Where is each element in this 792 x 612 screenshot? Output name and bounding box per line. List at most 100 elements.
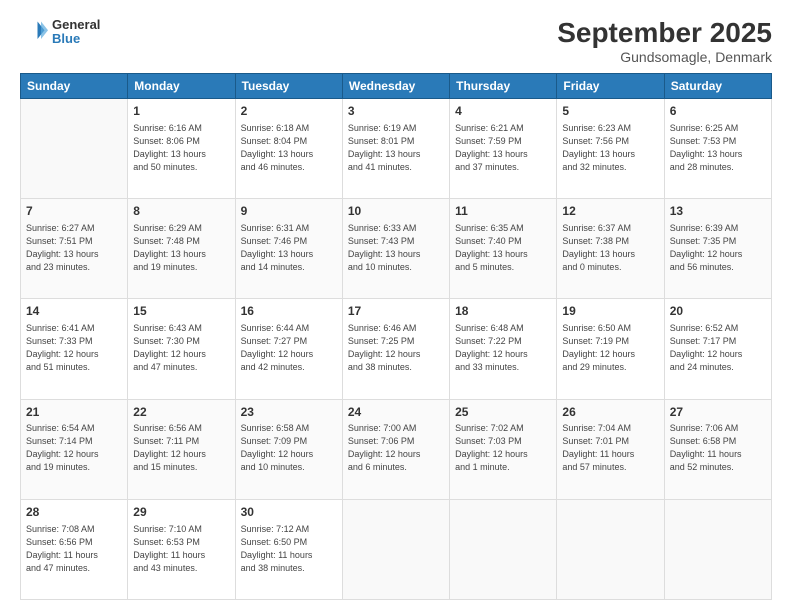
- day-cell: 10Sunrise: 6:33 AMSunset: 7:43 PMDayligh…: [342, 199, 449, 299]
- day-info: Sunrise: 7:10 AMSunset: 6:53 PMDaylight:…: [133, 523, 229, 575]
- logo-icon: [20, 18, 48, 46]
- day-number: 4: [455, 103, 551, 120]
- day-number: 1: [133, 103, 229, 120]
- day-number: 7: [26, 203, 122, 220]
- day-info: Sunrise: 6:56 AMSunset: 7:11 PMDaylight:…: [133, 422, 229, 474]
- calendar-subtitle: Gundsomagle, Denmark: [557, 49, 772, 65]
- day-cell: 8 Sunrise: 6:29 AMSunset: 7:48 PMDaylight…: [128, 199, 235, 299]
- day-info: Sunrise: 6:18 AMSunset: 8:04 PMDaylight:…: [241, 122, 337, 174]
- col-header-thursday: Thursday: [450, 73, 557, 98]
- logo: General Blue: [20, 18, 100, 47]
- day-cell: 12 Sunrise: 6:37 AMSunset: 7:38 PMDayligh…: [557, 199, 664, 299]
- day-info: Sunrise: 6:29 AMSunset: 7:48 PMDaylight:…: [133, 222, 229, 274]
- day-cell: 29 Sunrise: 7:10 AMSunset: 6:53 PMDayligh…: [128, 499, 235, 599]
- day-number: 12: [562, 203, 658, 220]
- day-cell: 26Sunrise: 7:04 AMSunset: 7:01 PMDayligh…: [557, 399, 664, 499]
- day-cell: 15Sunrise: 6:43 AMSunset: 7:30 PMDayligh…: [128, 299, 235, 399]
- day-cell: 3 Sunrise: 6:19 AMSunset: 8:01 PMDaylight…: [342, 98, 449, 198]
- day-cell: 1 Sunrise: 6:16 AMSunset: 8:06 PMDaylight…: [128, 98, 235, 198]
- day-number: 13: [670, 203, 766, 220]
- day-cell: [21, 98, 128, 198]
- day-cell: 24Sunrise: 7:00 AMSunset: 7:06 PMDayligh…: [342, 399, 449, 499]
- day-number: 16: [241, 303, 337, 320]
- day-cell: 2 Sunrise: 6:18 AMSunset: 8:04 PMDaylight…: [235, 98, 342, 198]
- day-number: 9: [241, 203, 337, 220]
- day-cell: 11 Sunrise: 6:35 AMSunset: 7:40 PMDayligh…: [450, 199, 557, 299]
- day-cell: 5 Sunrise: 6:23 AMSunset: 7:56 PMDaylight…: [557, 98, 664, 198]
- day-cell: 30 Sunrise: 7:12 AMSunset: 6:50 PMDayligh…: [235, 499, 342, 599]
- day-cell: 6Sunrise: 6:25 AMSunset: 7:53 PMDaylight…: [664, 98, 771, 198]
- col-header-monday: Monday: [128, 73, 235, 98]
- day-number: 17: [348, 303, 444, 320]
- day-number: 20: [670, 303, 766, 320]
- day-info: Sunrise: 7:00 AMSunset: 7:06 PMDaylight:…: [348, 422, 444, 474]
- col-header-sunday: Sunday: [21, 73, 128, 98]
- day-cell: 28 Sunrise: 7:08 AMSunset: 6:56 PMDayligh…: [21, 499, 128, 599]
- day-cell: 27Sunrise: 7:06 AMSunset: 6:58 PMDayligh…: [664, 399, 771, 499]
- day-info: Sunrise: 6:23 AMSunset: 7:56 PMDaylight:…: [562, 122, 658, 174]
- calendar-title: September 2025: [557, 18, 772, 49]
- header: General Blue September 2025 Gundsomagle,…: [20, 18, 772, 65]
- day-number: 30: [241, 504, 337, 521]
- col-header-saturday: Saturday: [664, 73, 771, 98]
- day-info: Sunrise: 6:16 AMSunset: 8:06 PMDaylight:…: [133, 122, 229, 174]
- week-row-4: 21Sunrise: 6:54 AMSunset: 7:14 PMDayligh…: [21, 399, 772, 499]
- day-info: Sunrise: 6:43 AMSunset: 7:30 PMDaylight:…: [133, 322, 229, 374]
- col-header-wednesday: Wednesday: [342, 73, 449, 98]
- week-row-2: 7 Sunrise: 6:27 AMSunset: 7:51 PMDaylight…: [21, 199, 772, 299]
- day-info: Sunrise: 6:21 AMSunset: 7:59 PMDaylight:…: [455, 122, 551, 174]
- day-cell: 18 Sunrise: 6:48 AMSunset: 7:22 PMDayligh…: [450, 299, 557, 399]
- day-cell: [664, 499, 771, 599]
- week-row-5: 28 Sunrise: 7:08 AMSunset: 6:56 PMDayligh…: [21, 499, 772, 599]
- day-number: 29: [133, 504, 229, 521]
- day-info: Sunrise: 7:08 AMSunset: 6:56 PMDaylight:…: [26, 523, 122, 575]
- week-row-1: 1 Sunrise: 6:16 AMSunset: 8:06 PMDaylight…: [21, 98, 772, 198]
- day-cell: 14Sunrise: 6:41 AMSunset: 7:33 PMDayligh…: [21, 299, 128, 399]
- day-info: Sunrise: 6:35 AMSunset: 7:40 PMDaylight:…: [455, 222, 551, 274]
- day-info: Sunrise: 6:31 AMSunset: 7:46 PMDaylight:…: [241, 222, 337, 274]
- day-number: 23: [241, 404, 337, 421]
- day-number: 22: [133, 404, 229, 421]
- day-cell: 17 Sunrise: 6:46 AMSunset: 7:25 PMDayligh…: [342, 299, 449, 399]
- logo-line1: General: [52, 18, 100, 32]
- day-info: Sunrise: 6:27 AMSunset: 7:51 PMDaylight:…: [26, 222, 122, 274]
- day-info: Sunrise: 6:33 AMSunset: 7:43 PMDaylight:…: [348, 222, 444, 274]
- logo-text: General Blue: [52, 18, 100, 47]
- day-cell: 4 Sunrise: 6:21 AMSunset: 7:59 PMDaylight…: [450, 98, 557, 198]
- title-area: September 2025 Gundsomagle, Denmark: [557, 18, 772, 65]
- day-cell: [450, 499, 557, 599]
- week-row-3: 14Sunrise: 6:41 AMSunset: 7:33 PMDayligh…: [21, 299, 772, 399]
- calendar-table: SundayMondayTuesdayWednesdayThursdayFrid…: [20, 73, 772, 600]
- day-cell: 13Sunrise: 6:39 AMSunset: 7:35 PMDayligh…: [664, 199, 771, 299]
- day-cell: 7 Sunrise: 6:27 AMSunset: 7:51 PMDaylight…: [21, 199, 128, 299]
- day-info: Sunrise: 7:04 AMSunset: 7:01 PMDaylight:…: [562, 422, 658, 474]
- day-info: Sunrise: 6:48 AMSunset: 7:22 PMDaylight:…: [455, 322, 551, 374]
- day-number: 8: [133, 203, 229, 220]
- day-info: Sunrise: 7:12 AMSunset: 6:50 PMDaylight:…: [241, 523, 337, 575]
- day-info: Sunrise: 6:50 AMSunset: 7:19 PMDaylight:…: [562, 322, 658, 374]
- day-number: 3: [348, 103, 444, 120]
- day-info: Sunrise: 6:54 AMSunset: 7:14 PMDaylight:…: [26, 422, 122, 474]
- day-number: 21: [26, 404, 122, 421]
- day-number: 11: [455, 203, 551, 220]
- day-info: Sunrise: 6:44 AMSunset: 7:27 PMDaylight:…: [241, 322, 337, 374]
- day-info: Sunrise: 6:37 AMSunset: 7:38 PMDaylight:…: [562, 222, 658, 274]
- day-info: Sunrise: 6:52 AMSunset: 7:17 PMDaylight:…: [670, 322, 766, 374]
- day-cell: 16 Sunrise: 6:44 AMSunset: 7:27 PMDayligh…: [235, 299, 342, 399]
- day-number: 18: [455, 303, 551, 320]
- day-number: 5: [562, 103, 658, 120]
- day-info: Sunrise: 6:58 AMSunset: 7:09 PMDaylight:…: [241, 422, 337, 474]
- day-number: 2: [241, 103, 337, 120]
- day-number: 6: [670, 103, 766, 120]
- day-number: 14: [26, 303, 122, 320]
- day-number: 25: [455, 404, 551, 421]
- day-number: 26: [562, 404, 658, 421]
- day-number: 28: [26, 504, 122, 521]
- day-cell: 9 Sunrise: 6:31 AMSunset: 7:46 PMDaylight…: [235, 199, 342, 299]
- day-cell: [557, 499, 664, 599]
- day-cell: 21Sunrise: 6:54 AMSunset: 7:14 PMDayligh…: [21, 399, 128, 499]
- col-header-friday: Friday: [557, 73, 664, 98]
- day-info: Sunrise: 6:19 AMSunset: 8:01 PMDaylight:…: [348, 122, 444, 174]
- day-info: Sunrise: 6:46 AMSunset: 7:25 PMDaylight:…: [348, 322, 444, 374]
- day-number: 27: [670, 404, 766, 421]
